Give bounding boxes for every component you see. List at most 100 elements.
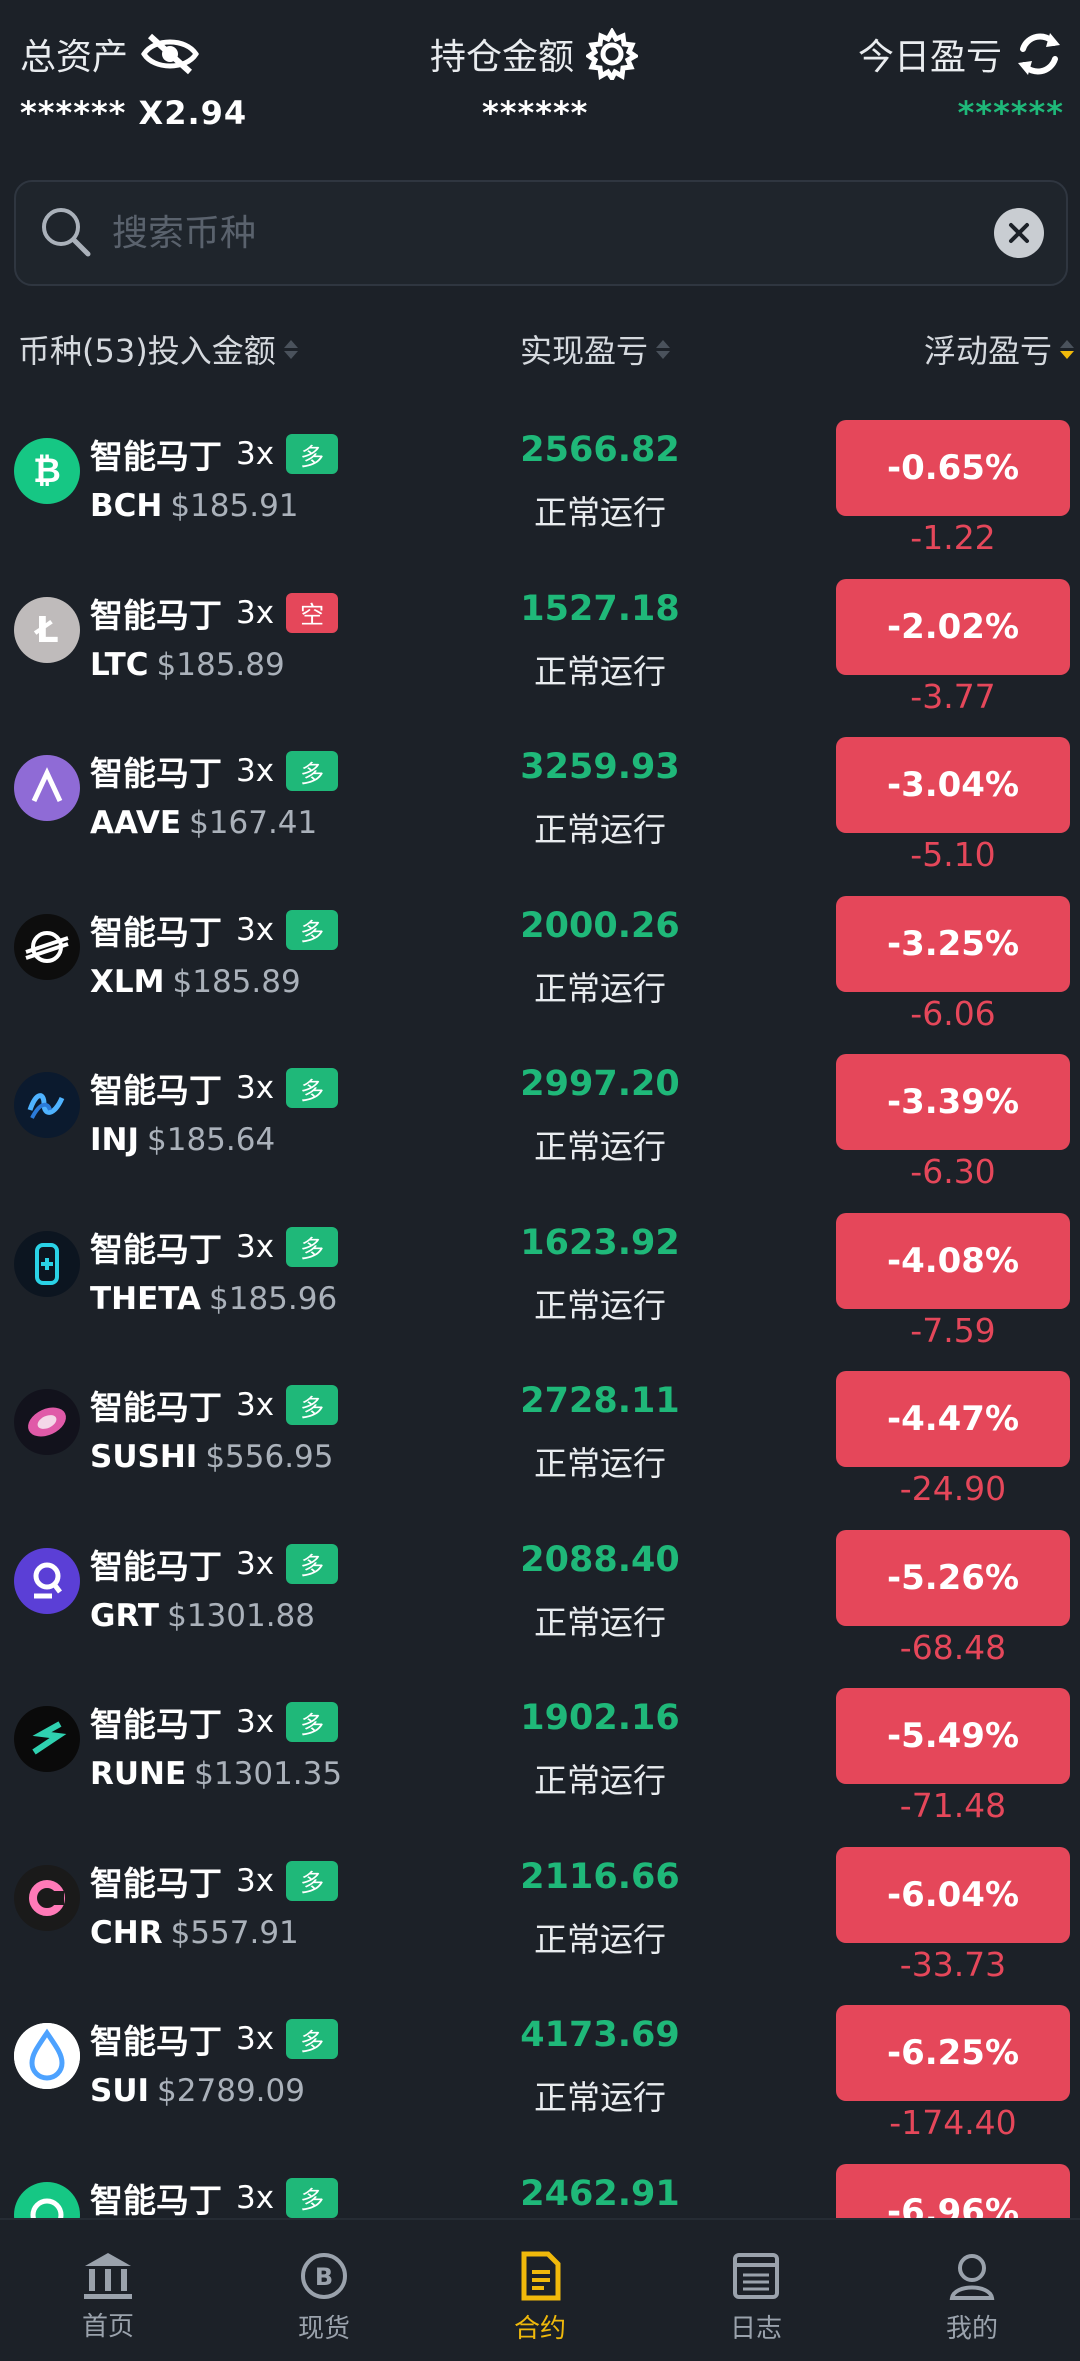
invested-amount: $1301.88	[167, 1597, 315, 1634]
strategy-label: 智能马丁	[90, 595, 222, 635]
strategy-name: 智能马丁 3x 多	[90, 1698, 339, 1746]
list-item[interactable]: 智能马丁 3x 多 RUNE $1301.35 1902.16 正常运行 -5.…	[0, 1668, 1080, 1827]
floating-pnl-percent[interactable]: -3.04%	[836, 737, 1070, 833]
list-item[interactable]: 智能马丁 3x 多 GRT $1301.88 2088.40 正常运行 -5.2…	[0, 1510, 1080, 1669]
thorchain-icon	[14, 1706, 80, 1772]
floating-pnl-percent[interactable]: -3.25%	[836, 895, 1070, 992]
invested-amount: $185.64	[147, 1122, 276, 1158]
run-status: 正常运行	[534, 493, 666, 532]
floating-pnl-percent[interactable]: -3.39%	[836, 1054, 1070, 1150]
symbol-price: XLM $185.89	[90, 964, 301, 1000]
realized-pnl: 3259.93	[520, 747, 680, 787]
run-status: 正常运行	[534, 1285, 666, 1325]
total-assets-block: 总资产 ****** X2.94	[20, 28, 247, 132]
leverage: 3x	[236, 1545, 275, 1582]
invested-amount: $185.96	[209, 1280, 338, 1317]
total-assets-value: ****** X2.94	[20, 94, 248, 132]
position-amount-value: ******	[482, 94, 589, 132]
strategy-name: 智能马丁 3x 多	[90, 1381, 339, 1429]
strategy-name: 智能马丁 3x 多	[90, 747, 339, 795]
sort-icon	[1060, 339, 1075, 359]
floating-pnl-percent[interactable]: -6.25%	[836, 2005, 1070, 2101]
invested-amount: $167.41	[189, 805, 318, 841]
strategy-label: 智能马丁	[90, 1705, 222, 1744]
svg-text:B: B	[315, 2263, 333, 2291]
side-badge: 多	[286, 751, 339, 791]
graph-icon	[14, 1547, 80, 1614]
leverage: 3x	[236, 1387, 275, 1423]
list-item[interactable]: 智能马丁 3x 多 THETA $185.96 1623.92 正常运行 -4.…	[0, 1193, 1080, 1352]
run-status: 正常运行	[534, 1919, 666, 1959]
realized-pnl: 2566.82	[520, 430, 680, 470]
column-header-coin[interactable]: 币种(53)投入金额	[18, 326, 298, 372]
litecoin-icon: Ł	[14, 596, 80, 663]
search-bar	[14, 180, 1068, 286]
floating-pnl-percent[interactable]: -4.47%	[836, 1371, 1070, 1467]
nav-spot-label: 现货	[297, 2314, 350, 2344]
list-item[interactable]: 智能马丁 3x 多 2462.91 -6.96%	[0, 2144, 1080, 2220]
floating-pnl-value: -7.59	[910, 1310, 996, 1350]
realized-pnl: 2997.20	[520, 1064, 680, 1104]
nav-contract-label: 合约	[513, 2314, 566, 2344]
eye-off-icon[interactable]	[140, 32, 200, 76]
list-item[interactable]: 智能马丁 3x 多 INJ $185.64 2997.20 正常运行 -3.39…	[0, 1034, 1080, 1193]
strategy-label: 智能马丁	[90, 437, 222, 476]
side-badge: 多	[286, 1543, 339, 1584]
floating-pnl-percent[interactable]: -5.26%	[836, 1529, 1070, 1626]
list-item[interactable]: Ł 智能马丁 3x 空 LTC $185.89 1527.18 正常运行 -2.…	[0, 559, 1080, 718]
leverage: 3x	[236, 594, 275, 631]
floating-pnl-percent[interactable]: -6.96%	[836, 2163, 1070, 2220]
invested-amount: $185.91	[170, 488, 299, 524]
floating-pnl-percent[interactable]: -0.65%	[836, 420, 1070, 516]
nav-spot[interactable]: B 现货	[216, 2220, 432, 2361]
run-status: 正常运行	[534, 1761, 666, 1800]
symbol-price: CHR $557.91	[90, 1915, 299, 1951]
side-badge: 多	[286, 2019, 339, 2059]
nav-contract[interactable]: 合约	[432, 2220, 648, 2361]
strategy-name: 智能马丁 3x 多	[90, 1223, 339, 1271]
nav-log[interactable]: 日志	[648, 2220, 864, 2361]
sort-icon	[656, 339, 671, 359]
floating-pnl-value: -33.73	[899, 1944, 1007, 1984]
realized-pnl: 2728.11	[520, 1381, 680, 1421]
nav-home[interactable]: 首页	[0, 2220, 216, 2361]
list-item[interactable]: ₿ 智能马丁 3x 多 BCH $185.91 2566.82 正常运行 -0.…	[0, 400, 1080, 559]
list-item[interactable]: 智能马丁 3x 多 SUSHI $556.95 2728.11 正常运行 -4.…	[0, 1351, 1080, 1510]
clear-icon[interactable]	[994, 208, 1044, 258]
column-header-floating[interactable]: 浮动盈亏	[924, 326, 1075, 372]
floating-pnl-percent[interactable]: -5.49%	[836, 1688, 1070, 1784]
floating-pnl-value: -3.77	[910, 676, 996, 716]
invested-amount: $185.89	[172, 963, 301, 1000]
nav-home-label: 首页	[81, 2312, 134, 2342]
injective-icon	[14, 1072, 80, 1138]
symbol-price: RUNE $1301.35	[90, 1756, 342, 1792]
refresh-icon[interactable]	[1014, 29, 1064, 79]
run-status: 正常运行	[534, 810, 666, 849]
leverage: 3x	[236, 753, 275, 789]
list-item[interactable]: 智能马丁 3x 多 XLM $185.89 2000.26 正常运行 -3.25…	[0, 876, 1080, 1035]
leverage: 3x	[236, 911, 275, 948]
strategy-name: 智能马丁 3x 多	[90, 1540, 339, 1588]
strategy-label: 智能马丁	[90, 1388, 222, 1427]
gear-icon[interactable]	[586, 28, 639, 80]
list-item[interactable]: 智能马丁 3x 多 SUI $2789.09 4173.69 正常运行 -6.2…	[0, 1985, 1080, 2144]
strategy-name: 智能马丁 3x 多	[90, 2015, 339, 2063]
search-input[interactable]	[112, 212, 994, 254]
leverage: 3x	[236, 1862, 275, 1899]
nav-profile-label: 我的	[945, 2314, 998, 2344]
floating-pnl-percent[interactable]: -2.02%	[836, 578, 1070, 675]
coin-icon	[14, 2181, 80, 2220]
strategy-label: 智能马丁	[90, 1546, 222, 1586]
floating-pnl-percent[interactable]: -6.04%	[836, 1846, 1070, 1943]
run-status: 正常运行	[534, 1444, 666, 1483]
symbol: SUI	[90, 2073, 150, 2109]
floating-pnl-percent[interactable]: -4.08%	[836, 1212, 1070, 1309]
list-item[interactable]: 智能马丁 3x 多 CHR $557.91 2116.66 正常运行 -6.04…	[0, 1827, 1080, 1986]
symbol-price: SUSHI $556.95	[90, 1439, 334, 1475]
column-header-realized[interactable]: 实现盈亏	[520, 326, 671, 372]
leverage: 3x	[236, 436, 275, 472]
strategy-label: 智能马丁	[90, 1071, 222, 1110]
nav-profile[interactable]: 我的	[864, 2220, 1080, 2361]
strategy-label: 智能马丁	[90, 1863, 222, 1903]
list-item[interactable]: 智能马丁 3x 多 AAVE $167.41 3259.93 正常运行 -3.0…	[0, 717, 1080, 876]
